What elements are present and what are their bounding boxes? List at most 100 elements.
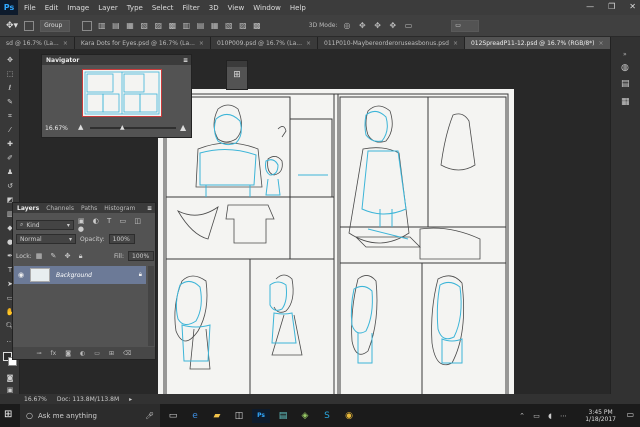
filter-kind-dropdown[interactable]: ⌕ Kind ▾ [16, 220, 74, 230]
panel-menu-icon[interactable]: ≡ [183, 57, 188, 64]
marquee-tool-icon[interactable]: ⬚ [4, 69, 16, 79]
brush-preset-icon[interactable]: ⊞ [227, 70, 247, 80]
mask-icon[interactable]: ◙ [65, 350, 71, 357]
task-view-icon[interactable]: ▭ [164, 409, 182, 423]
taskbar-clock[interactable]: 3:45 PM 1/18/2017 [585, 409, 616, 423]
close-icon[interactable]: × [199, 40, 204, 47]
tab-layers[interactable]: Layers [17, 205, 39, 212]
navigator-title: Navigator [46, 56, 80, 64]
menu-view[interactable]: View [228, 4, 245, 12]
tab-histogram[interactable]: Histogram [104, 205, 135, 212]
menu-edit[interactable]: Edit [45, 4, 59, 12]
close-icon[interactable]: × [599, 40, 604, 47]
notifications-icon[interactable]: ▭ [626, 410, 634, 419]
maximize-button[interactable]: ❐ [608, 2, 615, 11]
crop-tool-icon[interactable]: ⌗ [4, 111, 16, 121]
tab-doc-3[interactable]: 010P009.psd @ 16.7% (La... × [210, 37, 319, 49]
status-bar: 16.67% Doc: 113.8M/113.8M ▸ [0, 394, 640, 404]
auto-select-checkbox[interactable] [24, 20, 35, 31]
edge-icon[interactable]: e [186, 409, 204, 423]
transform-controls-checkbox[interactable] [82, 20, 93, 31]
status-zoom[interactable]: 16.67% [24, 396, 47, 403]
menu-file[interactable]: File [24, 4, 36, 12]
new-layer-icon[interactable]: ⊞ [109, 350, 114, 357]
menu-image[interactable]: Image [67, 4, 89, 12]
right-panel-dock: » ◍ ▤ ▦ [610, 49, 640, 394]
stamp-tool-icon[interactable]: ♟ [4, 167, 16, 177]
app-icon-1[interactable]: ▤ [274, 409, 292, 423]
fx-icon[interactable]: fx [51, 350, 57, 357]
document-canvas[interactable] [158, 89, 514, 409]
move-tool-icon[interactable]: ✥▾ [6, 21, 18, 31]
microphone-icon[interactable]: 🎤︎ [145, 412, 154, 420]
color-panel-icon[interactable]: ◍ [621, 63, 629, 73]
eye-icon[interactable]: ◉ [18, 271, 24, 279]
quick-select-icon[interactable]: ✎ [4, 97, 16, 107]
file-explorer-icon[interactable]: ▰ [208, 409, 226, 423]
tab-channels[interactable]: Channels [46, 205, 74, 212]
auto-select-dropdown[interactable]: Group [40, 19, 71, 32]
folder-icon[interactable]: ▭ [94, 350, 100, 357]
lock-icons[interactable]: ▦ ✎ ✥ 🔒︎ [36, 252, 86, 261]
photoshop-taskbar-icon[interactable]: Ps [252, 408, 270, 423]
close-icon[interactable]: × [453, 40, 458, 47]
mode3d-icons[interactable]: ◎ ✥ ✥ ✥ ▭ [343, 21, 415, 30]
taskbar-search[interactable]: ○ Ask me anything 🎤︎ [20, 404, 160, 427]
status-arrow-icon[interactable]: ▸ [129, 396, 132, 403]
fill-field[interactable]: 100% [128, 251, 154, 261]
photoshop-logo: Ps [0, 0, 18, 15]
navigator-header: Navigator ≡ [42, 55, 191, 65]
tab-doc-1[interactable]: sd @ 16.7% (La... × [0, 37, 75, 49]
menu-layer[interactable]: Layer [98, 4, 118, 12]
properties-panel-icon[interactable]: ▤ [621, 79, 630, 89]
history-panel-icon[interactable]: ▦ [621, 97, 630, 107]
menu-window[interactable]: Window [253, 4, 281, 12]
system-tray-icons[interactable]: ⌃ ▭ ◖ ⋯ [519, 412, 570, 420]
link-icon[interactable]: ⊸ [37, 350, 42, 357]
app-icon-2[interactable]: ◈ [296, 409, 314, 423]
cortana-icon: ○ [26, 411, 33, 420]
layer-name[interactable]: Background [56, 272, 92, 279]
menu-3d[interactable]: 3D [209, 4, 219, 12]
workspace-dropdown[interactable]: ▭ [451, 19, 480, 32]
brush-tool-icon[interactable]: ✐ [4, 153, 16, 163]
healing-brush-icon[interactable]: ✚ [4, 139, 16, 149]
trash-icon[interactable]: ⌫ [123, 350, 131, 357]
menu-help[interactable]: Help [290, 4, 306, 12]
navigator-preview[interactable] [82, 69, 162, 117]
close-button[interactable]: ✕ [629, 2, 636, 11]
minimize-button[interactable]: — [586, 2, 594, 11]
windows-start-icon[interactable]: ⊞ [4, 409, 12, 420]
menu-filter[interactable]: Filter [182, 4, 199, 12]
blend-mode-dropdown[interactable]: Normal ▾ [16, 234, 76, 244]
zoom-slider[interactable] [90, 127, 176, 129]
skype-icon[interactable]: S [318, 409, 336, 423]
align-icons[interactable]: ▥ ▤ ▦ ▧ ▨ ▩ ▥ ▤ ▦ ▧ ▨ ▩ [98, 21, 263, 30]
zoom-in-icon[interactable]: ▲ [180, 123, 186, 132]
adjustment-icon[interactable]: ◐ [80, 350, 85, 357]
chrome-icon[interactable]: ◉ [340, 409, 358, 423]
layer-row-background[interactable]: ◉ Background 🔒︎ [14, 266, 146, 284]
collapse-panels-icon[interactable]: » [623, 51, 627, 58]
tab-paths[interactable]: Paths [81, 205, 97, 212]
lasso-tool-icon[interactable]: ℓ [4, 83, 16, 93]
menu-select[interactable]: Select [152, 4, 174, 12]
history-brush-icon[interactable]: ↺ [4, 181, 16, 191]
opacity-field[interactable]: 100% [108, 234, 135, 244]
tab-doc-4[interactable]: 011P010-Maybereorderoruseasbonus.psd × [318, 37, 465, 49]
tab-doc-2[interactable]: Kara Dots for Eyes.psd @ 16.7% (La... × [74, 37, 211, 49]
filter-icons[interactable]: ▣ ◐ T ▭ ◫ ● [78, 217, 155, 233]
move-tool-icon[interactable]: ✥ [4, 55, 16, 65]
eyedropper-icon[interactable]: ⁄ [4, 125, 16, 135]
store-icon[interactable]: ◫ [230, 409, 248, 423]
close-icon[interactable]: × [63, 40, 68, 47]
zoom-percentage[interactable]: 16.67% [45, 125, 68, 132]
layers-scrollbar[interactable] [148, 266, 154, 346]
zoom-out-icon[interactable]: ▲ [78, 123, 83, 131]
panel-menu-icon[interactable]: ≡ [147, 205, 152, 212]
quick-mask-icon[interactable]: ◙ [4, 373, 16, 383]
zoom-slider-handle[interactable]: ▲ [120, 124, 125, 131]
menu-type[interactable]: Type [127, 4, 143, 12]
tab-doc-active[interactable]: 012SpreadP11-12.psd @ 16.7% (RGB/8*) × [464, 37, 611, 49]
close-icon[interactable]: × [306, 40, 311, 47]
